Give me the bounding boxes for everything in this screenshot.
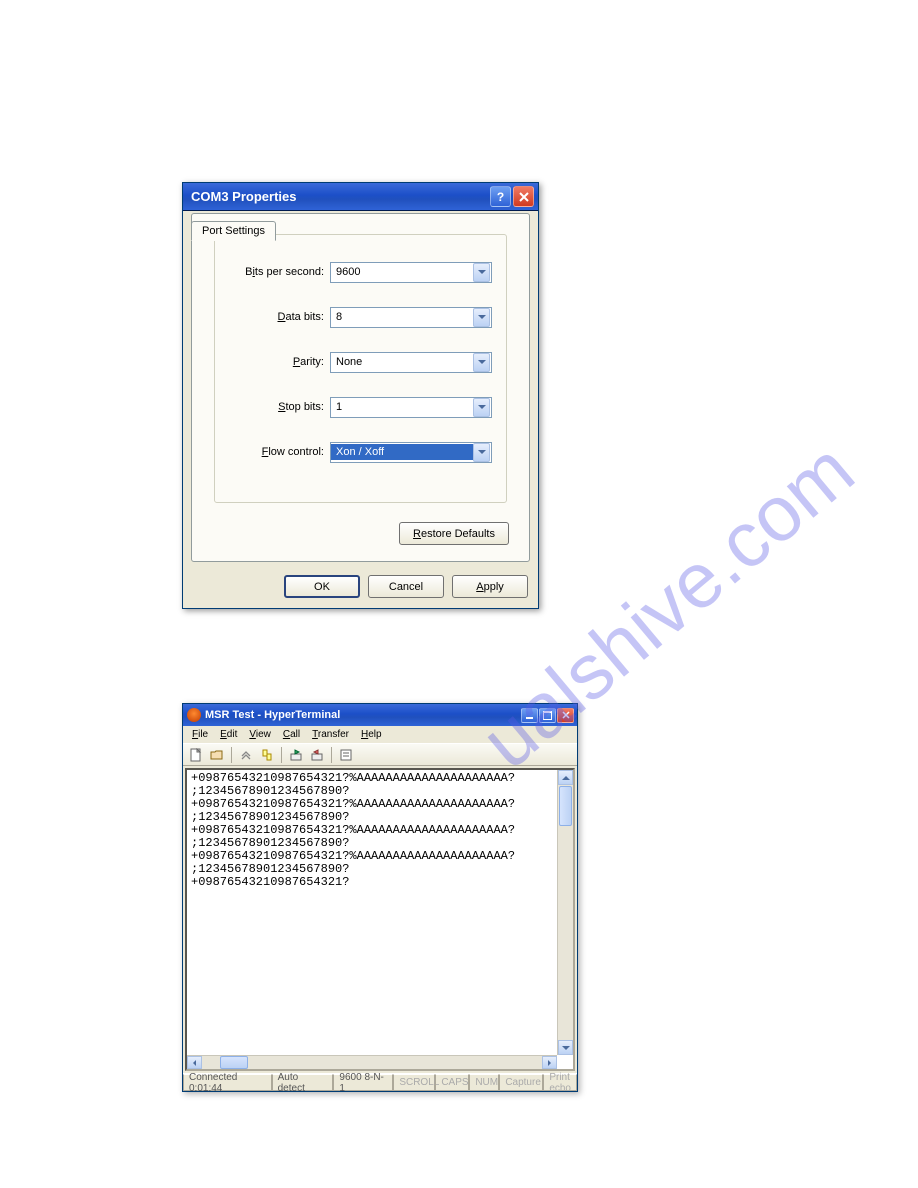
label-data-bits: Data bits:: [215, 311, 330, 323]
menu-call[interactable]: Call: [278, 728, 305, 741]
row-bits-per-second: Bits per second: 9600: [215, 261, 492, 283]
row-parity: Parity: None: [215, 351, 492, 373]
scroll-left-icon[interactable]: [187, 1056, 202, 1069]
label-parity: Parity:: [215, 356, 330, 368]
chevron-down-icon[interactable]: [473, 443, 490, 462]
combo-flow-control[interactable]: Xon / Xoff: [330, 442, 492, 463]
status-num: NUM: [469, 1074, 499, 1091]
menu-file[interactable]: File: [187, 728, 213, 741]
scroll-up-icon[interactable]: [558, 770, 573, 785]
tab-panel: Bits per second: 9600 Data bits: 8 Parit…: [191, 213, 530, 562]
dialog-titlebar[interactable]: COM3 Properties ?: [183, 183, 538, 211]
toolbar: [183, 744, 577, 766]
connect-icon[interactable]: [237, 746, 255, 764]
status-printecho: Print echo: [543, 1074, 577, 1091]
close-button[interactable]: [513, 186, 534, 207]
vertical-scrollbar[interactable]: [557, 770, 573, 1055]
row-data-bits: Data bits: 8: [215, 306, 492, 328]
combo-parity[interactable]: None: [330, 352, 492, 373]
combo-value: 9600: [331, 266, 473, 278]
status-scroll: SCROLL: [393, 1074, 435, 1091]
terminal-text: +09876543210987654321?%AAAAAAAAAAAAAAAAA…: [191, 772, 555, 1055]
combo-data-bits[interactable]: 8: [330, 307, 492, 328]
close-button[interactable]: [557, 708, 574, 723]
hyperterminal-window: MSR Test - HyperTerminal File Edit View …: [182, 703, 578, 1092]
row-flow-control: Flow control: Xon / Xoff: [215, 441, 492, 463]
window-title: MSR Test - HyperTerminal: [205, 709, 340, 721]
status-params: 9600 8-N-1: [333, 1074, 393, 1091]
menu-view[interactable]: View: [244, 728, 276, 741]
label-flow-control: Flow control:: [215, 446, 330, 458]
menubar: File Edit View Call Transfer Help: [183, 726, 577, 744]
scroll-right-icon[interactable]: [542, 1056, 557, 1069]
hyperterminal-titlebar[interactable]: MSR Test - HyperTerminal: [183, 704, 577, 726]
status-auto-detect: Auto detect: [272, 1074, 334, 1091]
help-button[interactable]: ?: [490, 186, 511, 207]
status-caps: CAPS: [435, 1074, 469, 1091]
chevron-down-icon[interactable]: [473, 353, 490, 372]
scroll-thumb[interactable]: [559, 786, 572, 826]
ok-button[interactable]: OK: [284, 575, 360, 598]
menu-edit[interactable]: Edit: [215, 728, 242, 741]
scroll-down-icon[interactable]: [558, 1040, 573, 1055]
maximize-button[interactable]: [539, 708, 556, 723]
statusbar: Connected 0:01:44 Auto detect 9600 8-N-1…: [183, 1073, 577, 1091]
row-stop-bits: Stop bits: 1: [215, 396, 492, 418]
chevron-down-icon[interactable]: [473, 308, 490, 327]
tab-port-settings[interactable]: Port Settings: [191, 221, 276, 241]
open-icon[interactable]: [208, 746, 226, 764]
new-icon[interactable]: [187, 746, 205, 764]
combo-value: None: [331, 356, 473, 368]
com3-properties-dialog: COM3 Properties ? Port Settings Bits per…: [182, 182, 539, 609]
chevron-down-icon[interactable]: [473, 263, 490, 282]
menu-transfer[interactable]: Transfer: [307, 728, 354, 741]
label-stop-bits: Stop bits:: [215, 401, 330, 413]
apply-button[interactable]: Apply: [452, 575, 528, 598]
terminal-area[interactable]: +09876543210987654321?%AAAAAAAAAAAAAAAAA…: [185, 768, 575, 1071]
send-icon[interactable]: [287, 746, 305, 764]
label-bits-per-second: Bits per second:: [215, 266, 330, 278]
combo-bits-per-second[interactable]: 9600: [330, 262, 492, 283]
minimize-button[interactable]: [521, 708, 538, 723]
menu-help[interactable]: Help: [356, 728, 387, 741]
status-capture: Capture: [499, 1074, 543, 1091]
combo-stop-bits[interactable]: 1: [330, 397, 492, 418]
horizontal-scrollbar[interactable]: [187, 1055, 557, 1069]
chevron-down-icon[interactable]: [473, 398, 490, 417]
combo-value: 1: [331, 401, 473, 413]
app-icon: [187, 708, 201, 722]
combo-value: Xon / Xoff: [331, 444, 473, 460]
port-settings-group: Bits per second: 9600 Data bits: 8 Parit…: [214, 234, 507, 503]
scroll-thumb[interactable]: [220, 1056, 248, 1069]
restore-defaults-button[interactable]: Restore Defaults: [399, 522, 509, 545]
dialog-title: COM3 Properties: [191, 189, 296, 204]
status-connected: Connected 0:01:44: [183, 1074, 272, 1091]
receive-icon[interactable]: [308, 746, 326, 764]
cancel-button[interactable]: Cancel: [368, 575, 444, 598]
properties-icon[interactable]: [337, 746, 355, 764]
combo-value: 8: [331, 311, 473, 323]
disconnect-icon[interactable]: [258, 746, 276, 764]
dialog-button-row: OK Cancel Apply: [284, 575, 528, 598]
